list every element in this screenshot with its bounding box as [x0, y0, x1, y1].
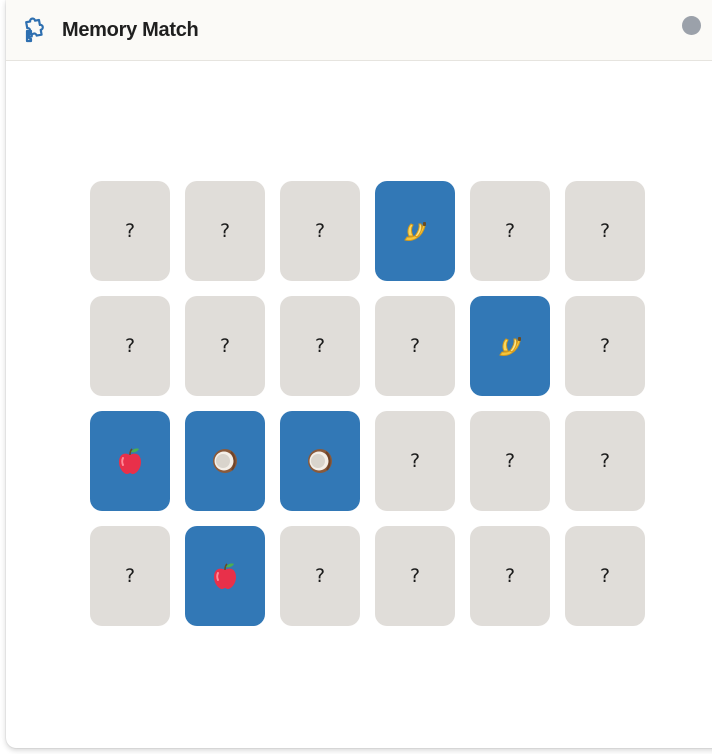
memory-card-revealed[interactable]	[470, 296, 550, 396]
card-face: ?	[219, 220, 231, 242]
window-close-dot[interactable]	[682, 16, 701, 35]
memory-card[interactable]: ?	[90, 526, 170, 626]
memory-card-revealed[interactable]	[185, 411, 265, 511]
card-face: ?	[409, 450, 421, 472]
app-window: Memory Match ??????????????????	[6, 0, 712, 748]
memory-card[interactable]: ?	[280, 296, 360, 396]
memory-card[interactable]: ?	[565, 296, 645, 396]
card-face: ?	[314, 335, 326, 357]
game-board: ??????????????????	[90, 181, 645, 626]
memory-card[interactable]: ?	[375, 411, 455, 511]
memory-card[interactable]: ?	[280, 526, 360, 626]
memory-card[interactable]: ?	[90, 181, 170, 281]
memory-card[interactable]: ?	[470, 526, 550, 626]
coconut-icon	[208, 444, 242, 478]
memory-card[interactable]: ?	[565, 411, 645, 511]
card-face: ?	[599, 220, 611, 242]
memory-card[interactable]: ?	[375, 296, 455, 396]
memory-card[interactable]: ?	[470, 181, 550, 281]
banana-icon	[398, 214, 432, 248]
apple-icon	[208, 559, 242, 593]
card-face: ?	[124, 565, 136, 587]
card-face: ?	[124, 335, 136, 357]
card-face: ?	[599, 335, 611, 357]
card-face: ?	[504, 450, 516, 472]
card-face: ?	[409, 335, 421, 357]
card-face: ?	[599, 450, 611, 472]
memory-card[interactable]: ?	[185, 181, 265, 281]
card-face: ?	[504, 565, 516, 587]
banana-icon	[493, 329, 527, 363]
card-face: ?	[219, 335, 231, 357]
app-title: Memory Match	[62, 19, 199, 41]
card-face: ?	[314, 220, 326, 242]
memory-card-revealed[interactable]	[375, 181, 455, 281]
memory-card[interactable]: ?	[90, 296, 170, 396]
memory-card[interactable]: ?	[565, 181, 645, 281]
memory-card-revealed[interactable]	[185, 526, 265, 626]
card-face: ?	[314, 565, 326, 587]
apple-icon	[113, 444, 147, 478]
card-face: ?	[124, 220, 136, 242]
memory-card-revealed[interactable]	[90, 411, 170, 511]
memory-card[interactable]: ?	[375, 526, 455, 626]
card-face: ?	[409, 565, 421, 587]
memory-card[interactable]: ?	[185, 296, 265, 396]
memory-card[interactable]: ?	[565, 526, 645, 626]
memory-card[interactable]: ?	[470, 411, 550, 511]
coconut-icon	[303, 444, 337, 478]
memory-card[interactable]: ?	[280, 181, 360, 281]
puzzle-icon	[21, 15, 51, 45]
card-face: ?	[504, 220, 516, 242]
card-face: ?	[599, 565, 611, 587]
title-bar: Memory Match	[6, 0, 712, 61]
memory-card-revealed[interactable]	[280, 411, 360, 511]
